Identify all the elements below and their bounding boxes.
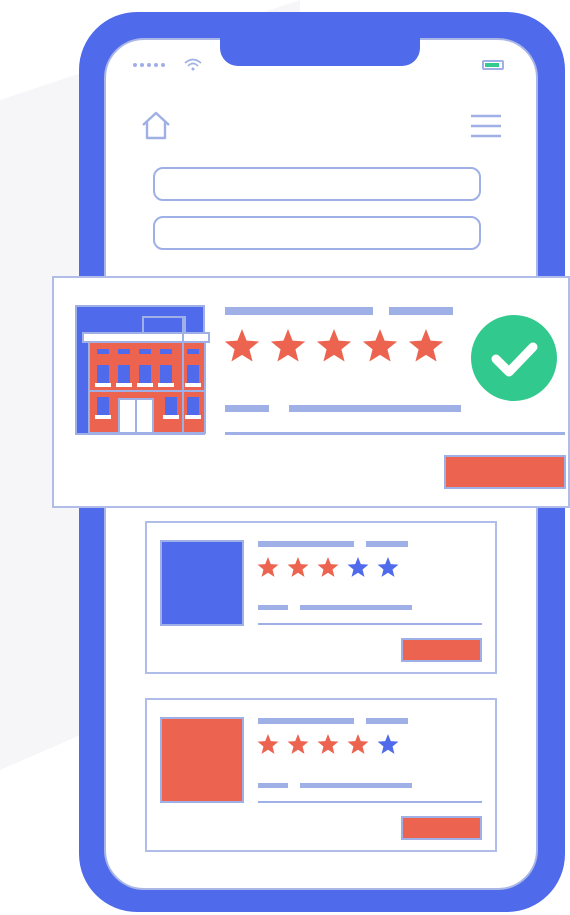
star-icon xyxy=(270,329,306,362)
star-icon xyxy=(317,557,339,577)
phone-notch xyxy=(220,30,420,66)
meta-placeholder xyxy=(258,783,288,788)
star-icon xyxy=(316,329,352,362)
meta-placeholder xyxy=(258,605,288,610)
checkmark-icon xyxy=(471,315,557,401)
featured-rating-stars xyxy=(224,328,454,364)
divider xyxy=(258,801,482,803)
book-button[interactable] xyxy=(444,455,566,489)
star-icon xyxy=(408,329,444,362)
title-placeholder xyxy=(225,307,373,315)
title-placeholder xyxy=(258,541,354,547)
star-icon xyxy=(257,734,279,754)
subtitle-placeholder xyxy=(366,718,408,724)
home-icon[interactable] xyxy=(140,110,172,142)
signal-dots-icon xyxy=(133,58,202,71)
star-icon xyxy=(287,557,309,577)
star-icon xyxy=(377,557,399,577)
search-field[interactable] xyxy=(153,167,481,201)
listing-thumbnail xyxy=(160,540,244,626)
listing-rating-stars xyxy=(257,733,407,755)
star-icon xyxy=(362,329,398,362)
wifi-icon xyxy=(184,58,202,71)
star-icon xyxy=(224,329,260,362)
star-icon xyxy=(317,734,339,754)
title-placeholder xyxy=(258,718,354,724)
star-icon xyxy=(347,557,369,577)
subtitle-placeholder xyxy=(389,307,453,315)
star-icon xyxy=(377,734,399,754)
meta-placeholder xyxy=(300,783,412,788)
meta-placeholder xyxy=(289,405,461,412)
subtitle-placeholder xyxy=(366,541,408,547)
divider xyxy=(225,432,565,435)
listing-rating-stars xyxy=(257,556,407,578)
divider xyxy=(258,623,482,625)
book-button[interactable] xyxy=(401,638,482,662)
building-icon xyxy=(75,305,210,435)
menu-icon[interactable] xyxy=(470,114,502,140)
book-button[interactable] xyxy=(401,816,482,840)
filter-field[interactable] xyxy=(153,216,481,250)
battery-icon xyxy=(482,60,504,70)
listing-thumbnail xyxy=(160,717,244,803)
star-icon xyxy=(257,557,279,577)
star-icon xyxy=(347,734,369,754)
meta-placeholder xyxy=(225,405,269,412)
meta-placeholder xyxy=(300,605,412,610)
star-icon xyxy=(287,734,309,754)
